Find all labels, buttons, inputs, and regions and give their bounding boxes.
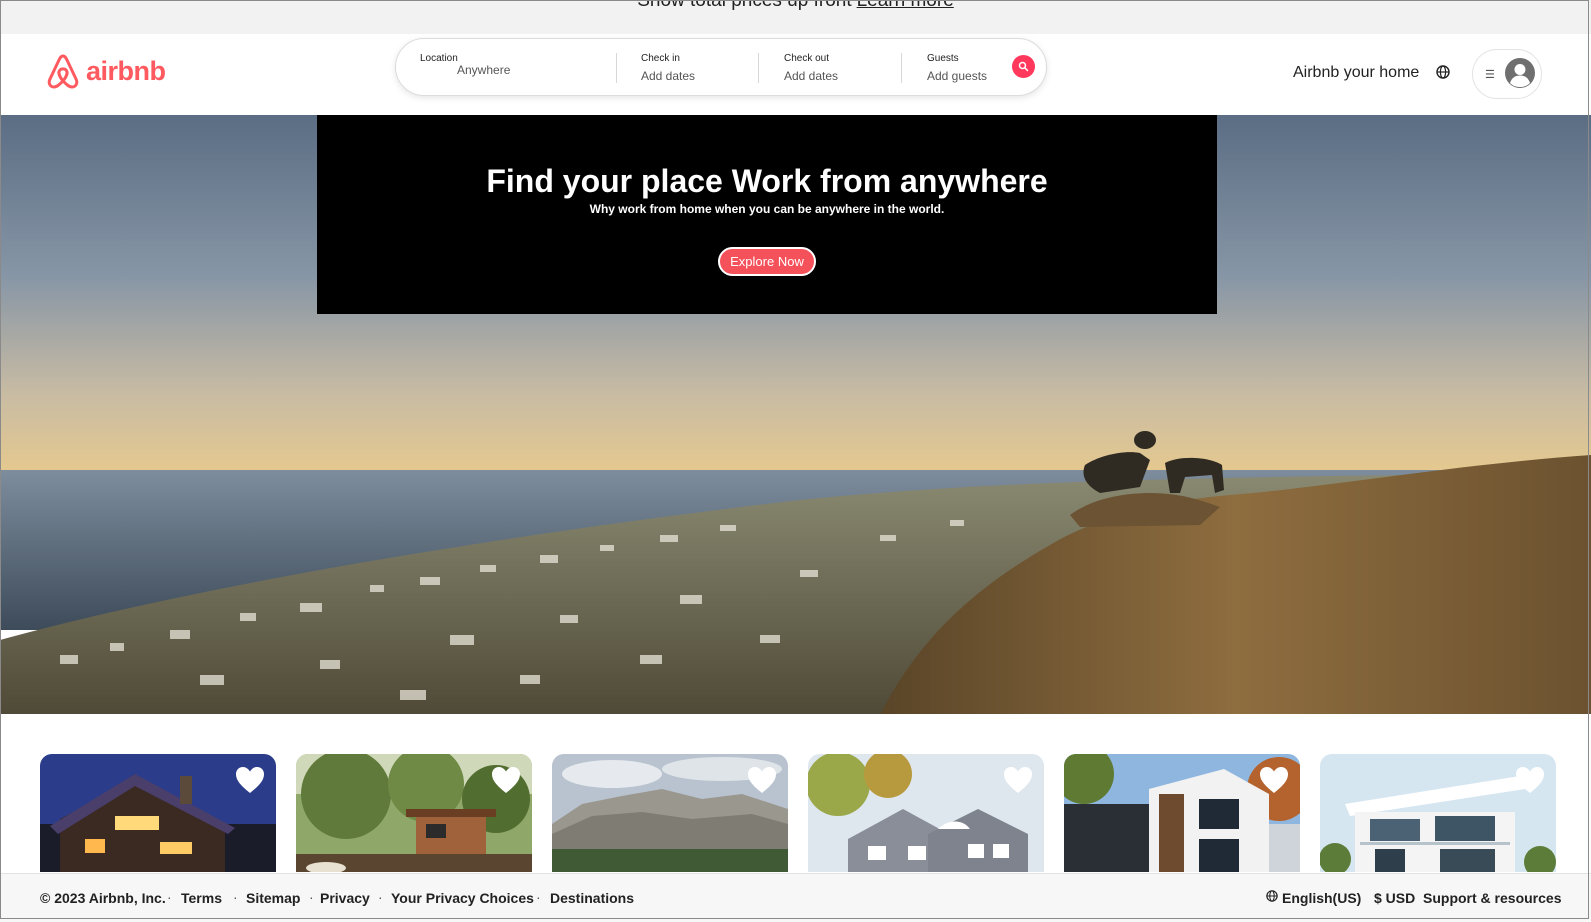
heart-icon[interactable] [1514,765,1546,795]
explore-now-button[interactable]: Explore Now [718,247,816,276]
hero-section: Find your place Work from anywhere Why w… [0,115,1591,714]
location-label: Location [420,53,458,64]
listing-card[interactable] [552,754,788,872]
user-menu-button[interactable]: ☰ [1472,49,1542,99]
search-icon [1018,61,1029,72]
footer-link-terms[interactable]: Terms [181,890,222,906]
language-button[interactable] [1436,65,1450,84]
heart-icon[interactable] [1258,765,1290,795]
check-in-field[interactable]: Check in Add dates [641,39,751,95]
listing-card[interactable] [1064,754,1300,872]
airbnb-your-home-link[interactable]: Airbnb your home [1293,64,1419,82]
footer-separator: · [167,889,172,905]
footer-separator: · [233,889,238,905]
check-in-label: Check in [641,53,680,64]
check-out-field[interactable]: Check out Add dates [784,39,894,95]
hero-banner: Find your place Work from anywhere Why w… [317,115,1217,314]
hero-subtitle: Why work from home when you can be anywh… [589,202,945,216]
price-display-banner: Show total prices up front Learn more [0,0,1591,34]
heart-icon[interactable] [1002,765,1034,795]
check-out-value: Add dates [784,69,839,83]
support-resources-link[interactable]: Support & resources [1423,890,1561,906]
footer-link-sitemap[interactable]: Sitemap [246,890,300,906]
check-in-value: Add dates [641,69,696,83]
globe-icon [1436,65,1450,79]
location-value: Anywhere [457,63,511,77]
language-selector[interactable]: English(US) [1282,890,1361,906]
banner-text: Show total prices up front [637,0,852,11]
heart-icon[interactable] [234,765,266,795]
guests-label: Guests [927,53,959,64]
heart-icon[interactable] [490,765,522,795]
airbnb-logo-icon [47,54,79,89]
user-avatar-icon [1505,58,1535,88]
globe-icon [1266,890,1278,902]
check-out-label: Check out [784,53,830,64]
footer-separator: · [309,889,314,905]
guests-field[interactable]: Guests Add guests [927,39,1007,95]
guests-value: Add guests [927,69,988,83]
search-button[interactable] [1012,55,1035,78]
search-divider [901,53,902,83]
footer-link-destinations[interactable]: Destinations [550,890,634,906]
heart-icon[interactable] [746,765,778,795]
hero-title: Find your place Work from anywhere [486,163,1048,199]
listing-card[interactable] [40,754,276,872]
brand-name: airbnb [86,55,166,86]
site-header: airbnb Location Anywhere Check in Add da… [0,34,1591,116]
search-divider [758,53,759,83]
location-field[interactable]: Location Anywhere [420,39,610,95]
airbnb-logo[interactable]: airbnb [45,52,166,90]
listing-card[interactable] [296,754,532,872]
currency-selector[interactable]: $ USD [1374,890,1415,906]
search-bar: Location Anywhere Check in Add dates Che… [395,38,1047,96]
copyright-text: © 2023 Airbnb, Inc. [40,890,166,906]
hamburger-icon: ☰ [1485,69,1495,81]
listing-card[interactable] [1320,754,1556,872]
search-divider [616,53,617,83]
footer-separator: · [378,889,383,905]
footer-link-privacy[interactable]: Privacy [320,890,370,906]
site-footer: © 2023 Airbnb, Inc. · Terms · Sitemap · … [0,873,1591,922]
listing-card[interactable] [808,754,1044,872]
footer-link-privacy-choices[interactable]: Your Privacy Choices [391,890,534,906]
footer-separator: · [536,889,541,905]
learn-more-link[interactable]: Learn more [857,0,954,11]
